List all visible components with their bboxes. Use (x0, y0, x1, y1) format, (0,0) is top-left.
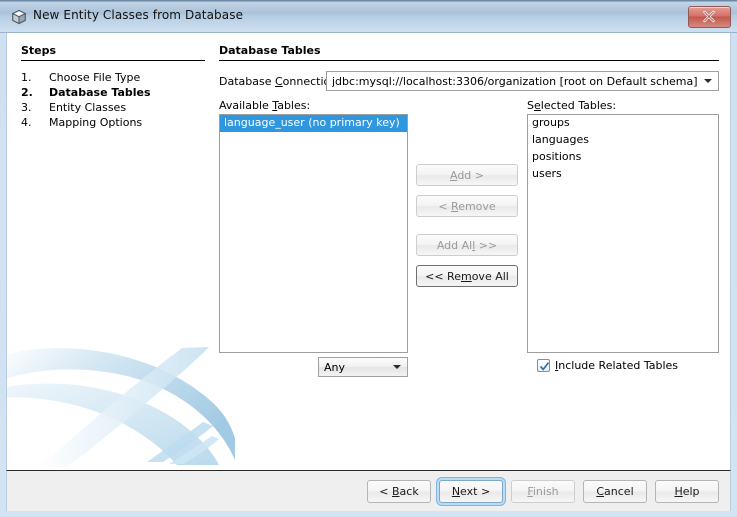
next-button-post: ext > (460, 485, 491, 498)
decorative-swoosh (7, 347, 235, 467)
database-connection-combo[interactable]: jdbc:mysql://localhost:3306/organization… (326, 71, 719, 91)
include-label-post: nclude Related Tables (558, 359, 678, 372)
list-item[interactable]: users (528, 166, 718, 183)
help-button[interactable]: Help (655, 480, 719, 503)
list-item[interactable]: positions (528, 149, 718, 166)
remove-all-button-post: ove All (471, 269, 509, 283)
step-label: Choose File Type (49, 71, 141, 84)
available-tables-label: Available Tables: (219, 99, 310, 112)
help-button-mnemonic: H (674, 485, 683, 498)
remove-all-button[interactable]: << Remove All (416, 265, 518, 287)
include-related-tables-label: Include Related Tables (555, 359, 678, 372)
list-item[interactable]: languages (528, 132, 718, 149)
add-all-button[interactable]: Add All >> (416, 234, 518, 256)
cancel-button-post: ancel (604, 485, 634, 498)
back-button[interactable]: < Back (367, 480, 431, 503)
cube-icon (11, 9, 27, 25)
step-number: 1. (21, 71, 32, 84)
available-label-pre: Available (219, 99, 273, 112)
title-bar: New Entity Classes from Database (0, 0, 737, 33)
remove-button-post: emove (458, 199, 496, 213)
selected-label-mnemonic: e (533, 99, 541, 112)
step-number: 3. (21, 101, 32, 114)
check-icon (539, 362, 550, 371)
remove-all-button-mnemonic: m (460, 269, 472, 283)
window-title: New Entity Classes from Database (33, 8, 244, 22)
available-label-post: ables: (277, 99, 311, 112)
steps-divider (21, 60, 205, 61)
remove-button[interactable]: < Remove (416, 195, 518, 217)
dialog-footer: < Back Next > Finish Cancel Help (6, 470, 731, 511)
add-all-button-post: >> (475, 238, 498, 252)
add-button[interactable]: Add > (416, 164, 518, 186)
finish-button-post: inish (532, 485, 559, 498)
steps-heading: Steps (21, 44, 57, 57)
connection-label-pre: Database (219, 75, 275, 88)
help-button-post: elp (682, 485, 700, 498)
list-item[interactable]: groups (528, 115, 718, 132)
back-button-mnemonic: B (392, 485, 400, 498)
selected-label-post: lected Tables: (540, 99, 617, 112)
step-number: 2. (21, 86, 33, 99)
add-button-post: dd > (457, 168, 485, 182)
chevron-down-icon[interactable] (388, 358, 407, 376)
finish-button[interactable]: Finish (511, 480, 575, 503)
next-button[interactable]: Next > (439, 480, 503, 503)
pane-heading: Database Tables (219, 44, 321, 57)
include-related-tables-checkbox[interactable]: Include Related Tables (537, 358, 717, 374)
remove-all-button-pre: << Re (425, 269, 461, 283)
cancel-button[interactable]: Cancel (583, 480, 647, 503)
selected-label-pre: S (527, 99, 534, 112)
back-button-post: ack (399, 485, 419, 498)
remove-button-pre: < (438, 199, 452, 213)
checkbox-box[interactable] (537, 359, 550, 372)
chevron-down-icon[interactable] (699, 72, 718, 90)
cancel-button-mnemonic: C (596, 485, 605, 498)
list-item[interactable]: language_user (no primary key) (220, 115, 407, 132)
connection-label-mnemonic: C (274, 75, 283, 88)
close-button[interactable] (688, 6, 731, 28)
table-type-filter-value: Any (324, 361, 346, 374)
back-button-pre: < (379, 485, 392, 498)
step-number: 4. (21, 116, 32, 129)
step-label: Mapping Options (49, 116, 143, 129)
connection-label: Database Connection: (219, 75, 341, 88)
pane-divider (219, 60, 719, 61)
step-label: Database Tables (49, 86, 151, 99)
add-all-button-pre: Add Al (436, 238, 473, 252)
database-connection-value: jdbc:mysql://localhost:3306/organization… (332, 75, 698, 88)
table-type-filter-combo[interactable]: Any (318, 357, 408, 377)
available-tables-list[interactable]: language_user (no primary key) (219, 114, 408, 353)
selected-tables-label: Selected Tables: (527, 99, 616, 112)
selected-tables-list[interactable]: groups languages positions users (527, 114, 719, 353)
step-label: Entity Classes (49, 101, 127, 114)
dialog-window: New Entity Classes from Database Steps 1… (0, 0, 737, 517)
content-panel: Steps 1. Choose File Type 2. Database Ta… (6, 33, 731, 470)
next-button-mnemonic: N (451, 485, 461, 498)
